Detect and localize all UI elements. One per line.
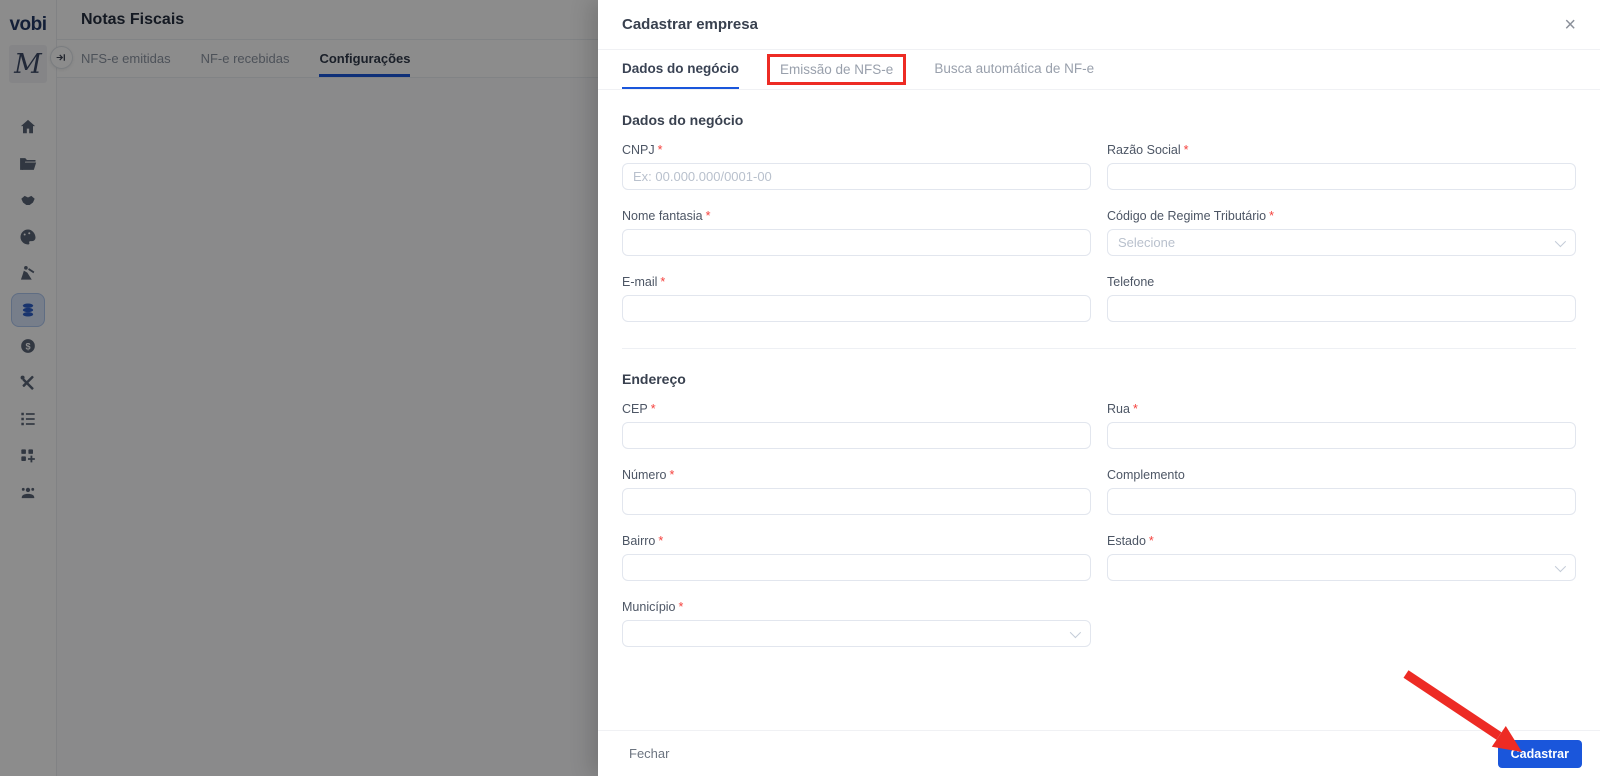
complemento-input[interactable]	[1107, 488, 1576, 515]
field-rua: Rua *	[1107, 402, 1576, 449]
drawer-footer: Fechar Cadastrar	[598, 730, 1600, 776]
numero-input[interactable]	[622, 488, 1091, 515]
chevron-down-icon	[1069, 626, 1082, 638]
field-estado: Estado *	[1107, 534, 1576, 581]
section-heading-dados-do-negocio: Dados do negócio	[622, 112, 744, 128]
required-star: *	[1183, 143, 1189, 157]
drawer-tabbar: Dados do negócio Emissão de NFS-e Busca au…	[598, 50, 1600, 90]
label-bairro: Bairro *	[622, 534, 664, 548]
codigo-de-regime-tributario-select-value: Selecione	[1118, 235, 1176, 250]
e-mail-input[interactable]	[622, 295, 1091, 322]
field-cnpj: CNPJ *	[622, 143, 1091, 190]
estado-select[interactable]	[1107, 554, 1576, 581]
label-cep: CEP *	[622, 402, 656, 416]
chevron-down-icon	[1554, 235, 1567, 247]
cep-input[interactable]	[622, 422, 1091, 449]
razao-social-input[interactable]	[1107, 163, 1576, 190]
municipio-select[interactable]	[622, 620, 1091, 647]
fechar-link[interactable]: Fechar	[629, 746, 669, 761]
label-rua: Rua *	[1107, 402, 1138, 416]
cadastrar-empresa-drawer: Cadastrar empresa × Dados do negócio Emis…	[598, 0, 1600, 776]
cadastrar-button[interactable]: Cadastrar	[1497, 739, 1582, 768]
label-codigo-de-regime-tributario: Código de Regime Tributário *	[1107, 209, 1274, 223]
drawer-body: Dados do negócio CNPJ* Razão Social* Nome f…	[598, 90, 1600, 647]
field-telefone: Telefone	[1107, 275, 1576, 322]
drawer-title: Cadastrar empresa	[622, 16, 758, 33]
required-star: *	[1148, 534, 1154, 548]
field-codigo-de-regime-tributario: Código de Regime Tributário * Selecione	[1107, 209, 1576, 256]
required-star: *	[657, 143, 663, 157]
label-telefone: Telefone	[1107, 275, 1155, 289]
required-star: *	[658, 534, 664, 548]
required-star: *	[1269, 209, 1274, 223]
drawer-header: Cadastrar empresa ×	[598, 0, 1600, 50]
label-complemento: Complemento	[1107, 468, 1185, 482]
label-e-mail: E-mail *	[622, 275, 666, 289]
field-nome-fantasia: Nome fantasia *	[622, 209, 1091, 256]
chevron-down-icon	[1554, 560, 1567, 572]
label-razao-social: Razão Social *	[1107, 143, 1189, 157]
nome-fantasia-input[interactable]	[622, 229, 1091, 256]
field-complemento: Complemento	[1107, 468, 1576, 515]
drawer-tab-emissao-de-nfs-e[interactable]: Emissão de NFS-e	[767, 54, 907, 85]
field-razao-social: Razão Social *	[1107, 143, 1576, 190]
label-nome-fantasia: Nome fantasia *	[622, 209, 711, 223]
bairro-input[interactable]	[622, 554, 1091, 581]
field-cep: CEP *	[622, 402, 1091, 449]
required-star: *	[678, 600, 684, 614]
form-grid-endereco: CEP * Rua * Número * Complemento Bairro * Estado *…	[622, 402, 1576, 647]
field-numero: Número *	[622, 468, 1091, 515]
required-star: *	[1132, 402, 1138, 416]
field-municipio: Município *	[622, 600, 1091, 647]
label-numero: Número *	[622, 468, 675, 482]
required-star: *	[705, 209, 711, 223]
drawer-tab-busca-automatica-de-nf-e[interactable]: Busca automática de NF-e	[934, 50, 1094, 89]
field-e-mail: E-mail *	[622, 275, 1091, 322]
section-divider	[622, 348, 1576, 349]
close-icon[interactable]: ×	[1564, 15, 1576, 35]
rua-input[interactable]	[1107, 422, 1576, 449]
section-heading-endereco: Endereço	[622, 371, 686, 387]
required-star: *	[660, 275, 666, 289]
codigo-de-regime-tributario-select[interactable]: Selecione	[1107, 229, 1576, 256]
drawer-tab-dados-do-negocio[interactable]: Dados do negócio	[622, 50, 740, 89]
label-estado: Estado *	[1107, 534, 1154, 548]
field-bairro: Bairro *	[622, 534, 1091, 581]
label-cnpj: CNPJ *	[622, 143, 663, 157]
label-municipio: Município *	[622, 600, 684, 614]
cnpj-input[interactable]	[622, 163, 1091, 190]
required-star: *	[669, 468, 675, 482]
telefone-input[interactable]	[1107, 295, 1576, 322]
form-grid-dados-do-negocio: CNPJ* Razão Social* Nome fantasia* Código d…	[622, 143, 1576, 322]
required-star: *	[650, 402, 656, 416]
